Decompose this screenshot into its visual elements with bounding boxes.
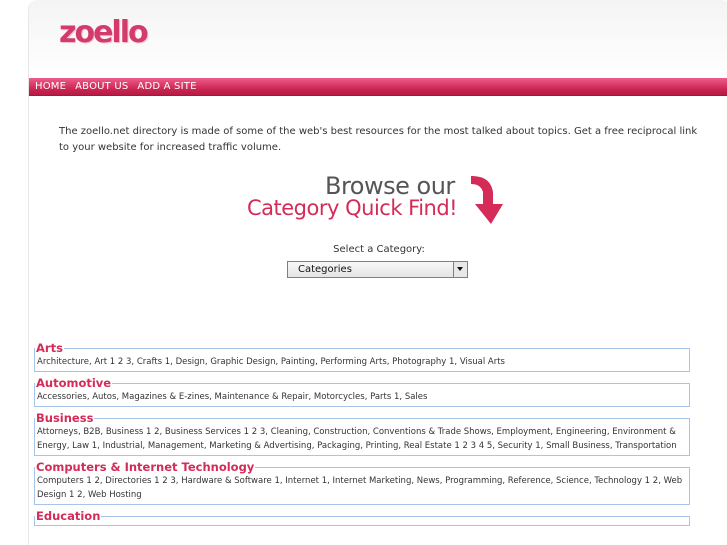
category-title[interactable]: Computers & Internet Technology [35, 460, 255, 474]
select-label: Select a Category: [333, 244, 425, 255]
page: zoello HOME ABOUT US ADD A SITE The zoel… [28, 0, 727, 545]
category-title[interactable]: Education [35, 509, 101, 523]
category-links[interactable]: Architecture, Art 1 2 3, Crafts 1, Desig… [37, 355, 687, 369]
category-automotive: Automotive Accessories, Autos, Magazines… [34, 376, 690, 407]
header: zoello [29, 0, 727, 78]
category-title[interactable]: Business [35, 411, 94, 425]
nav-about-link[interactable]: ABOUT US [75, 81, 128, 92]
nav-home-link[interactable]: HOME [35, 81, 66, 92]
category-links[interactable]: Accessories, Autos, Magazines & E-zines,… [37, 390, 687, 404]
category-list: Arts Architecture, Art 1 2 3, Crafts 1, … [34, 341, 690, 530]
nav-bar: HOME ABOUT US ADD A SITE [29, 78, 727, 96]
category-links[interactable]: Computers 1 2, Directories 1 2 3, Hardwa… [37, 474, 687, 502]
category-title[interactable]: Arts [35, 341, 64, 355]
category-arts: Arts Architecture, Art 1 2 3, Crafts 1, … [34, 341, 690, 372]
intro-text: The zoello.net directory is made of some… [59, 126, 698, 153]
category-title[interactable]: Automotive [35, 376, 112, 390]
category-links[interactable]: Attorneys, B2B, Business 1 2, Business S… [37, 425, 687, 453]
category-select-value: Categories [298, 264, 352, 275]
category-education: Education [34, 509, 690, 526]
category-select[interactable]: Categories [287, 261, 468, 278]
category-business: Business Attorneys, B2B, Business 1 2, B… [34, 411, 690, 456]
chevron-down-icon[interactable] [453, 262, 467, 277]
category-computers: Computers & Internet Technology Computer… [34, 460, 690, 505]
arrow-down-right-icon [471, 176, 503, 224]
browse-subheading: Category Quick Find! [247, 196, 458, 220]
nav-add-site-link[interactable]: ADD A SITE [137, 81, 196, 92]
logo[interactable]: zoello [59, 15, 149, 50]
